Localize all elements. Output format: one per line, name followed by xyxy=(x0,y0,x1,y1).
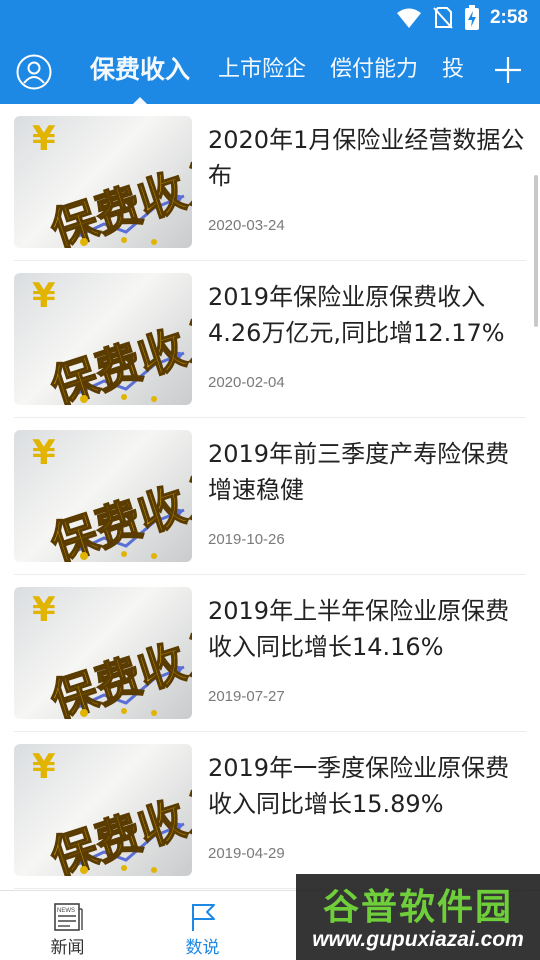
tab-label: 偿付能力 xyxy=(330,57,419,82)
active-tab-indicator xyxy=(133,97,147,104)
battery-charging-icon xyxy=(464,5,479,30)
tab-solvency[interactable]: 偿付能力 xyxy=(318,36,430,104)
nav-label: 新闻 xyxy=(50,938,85,958)
watermark-url: www.gupuxiazai.com xyxy=(312,928,524,951)
tab-label: 上市险企 xyxy=(218,57,307,82)
user-avatar-icon[interactable] xyxy=(16,54,52,90)
svg-text:¥: ¥ xyxy=(32,747,56,787)
tab-label: 保费收入 xyxy=(90,55,191,84)
article-date: 2020-02-04 xyxy=(208,374,285,391)
article-title: 2019年保险业原保费收入4.26万亿元,同比增12.17% xyxy=(208,283,505,347)
article-thumbnail: ¥ 保费收入 xyxy=(14,273,192,405)
thumbnail-caption: 保费收入 xyxy=(44,620,192,719)
watermark-title: 谷普软件园 xyxy=(322,887,513,928)
add-icon[interactable] xyxy=(492,54,524,86)
article-title: 2019年前三季度产寿险保费增速稳健 xyxy=(208,440,510,504)
status-icons: 2:58 xyxy=(396,4,528,32)
article-date: 2019-04-29 xyxy=(208,845,285,862)
article-thumbnail: ¥ 保费收入 xyxy=(14,430,192,562)
article-item[interactable]: ¥ 保费收入 2020年1月保险业经营数据公布 2020-03-24 xyxy=(14,104,526,261)
wifi-icon xyxy=(396,8,421,28)
tab-label: 投 xyxy=(442,57,465,82)
article-list[interactable]: ¥ 保费收入 2020年1月保险业经营数据公布 2020-03-24 ¥ 保费收… xyxy=(0,104,540,890)
tab-premium-income[interactable]: 保费收入 xyxy=(74,36,206,104)
thumbnail-caption: 保费收入 xyxy=(44,777,192,876)
status-time: 2:58 xyxy=(489,7,528,28)
app-bar: 保费收入 上市险企 偿付能力 投 xyxy=(0,36,540,104)
article-date: 2020-03-24 xyxy=(208,217,285,234)
list-scrollbar[interactable] xyxy=(534,175,538,327)
svg-text:¥: ¥ xyxy=(32,590,56,630)
svg-text:¥: ¥ xyxy=(32,276,56,316)
no-sim-icon xyxy=(433,7,453,29)
thumbnail-caption: 保费收入 xyxy=(44,306,192,405)
tab-investment[interactable]: 投 xyxy=(430,36,476,104)
nav-item-data[interactable]: 数说 xyxy=(135,891,270,960)
nav-label: 数说 xyxy=(185,938,220,958)
article-date: 2019-10-26 xyxy=(208,531,285,548)
category-tabs: 保费收入 上市险企 偿付能力 投 xyxy=(74,36,476,104)
svg-text:¥: ¥ xyxy=(32,433,56,473)
article-item[interactable]: ¥ 保费收入 2019年前三季度产寿险保费增速稳健 2019-10-26 xyxy=(14,418,526,575)
article-title: 2020年1月保险业经营数据公布 xyxy=(208,126,525,190)
article-thumbnail: ¥ 保费收入 xyxy=(14,587,192,719)
article-item[interactable]: ¥ 保费收入 2019年上半年保险业原保费收入同比增长14.16% 2019-0… xyxy=(14,575,526,732)
article-date: 2019-07-27 xyxy=(208,688,285,705)
newspaper-icon: NEWS xyxy=(53,903,83,931)
tab-listed-insurers[interactable]: 上市险企 xyxy=(206,36,318,104)
thumbnail-caption: 保费收入 xyxy=(44,463,192,562)
watermark-overlay: 谷普软件园 www.gupuxiazai.com xyxy=(296,874,540,960)
flag-icon xyxy=(191,904,215,931)
article-thumbnail: ¥ 保费收入 xyxy=(14,744,192,876)
nav-item-news[interactable]: NEWS 新闻 xyxy=(0,891,135,960)
article-item[interactable]: ¥ 保费收入 2019年一季度保险业原保费收入同比增长15.89% 2019-0… xyxy=(14,732,526,889)
article-thumbnail: ¥ 保费收入 xyxy=(14,116,192,248)
article-item[interactable]: ¥ 保费收入 2019年保险业原保费收入4.26万亿元,同比增12.17% 20… xyxy=(14,261,526,418)
svg-text:NEWS: NEWS xyxy=(57,908,75,914)
article-title: 2019年一季度保险业原保费收入同比增长15.89% xyxy=(208,754,510,818)
status-bar: 2:58 xyxy=(0,0,540,36)
thumbnail-caption: 保费收入 xyxy=(44,149,192,248)
article-title: 2019年上半年保险业原保费收入同比增长14.16% xyxy=(208,597,510,661)
svg-text:¥: ¥ xyxy=(32,119,56,159)
